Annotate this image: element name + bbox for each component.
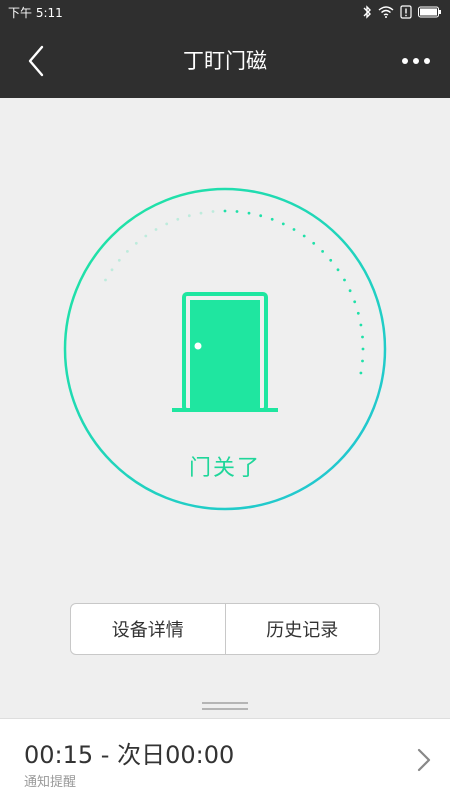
progress-dot [259, 214, 263, 218]
door-icon [172, 292, 278, 412]
progress-dot [336, 268, 340, 272]
notification-schedule-row[interactable]: 00:15 - 次日00:00 通知提醒 [0, 718, 450, 800]
progress-dot [270, 217, 274, 221]
progress-dot [126, 250, 129, 253]
alert-icon [400, 5, 412, 19]
progress-dot [187, 214, 191, 218]
progress-dot [292, 228, 296, 231]
door-state-text: 门关了 [188, 456, 261, 481]
progress-dot [235, 210, 239, 213]
status-bar: 下午 5:11 [0, 0, 450, 24]
progress-dot [110, 268, 114, 272]
status-time: 下午 5:11 [8, 5, 63, 20]
progress-dot [144, 234, 148, 238]
chevron-right-icon [417, 748, 431, 772]
status-icons [362, 5, 442, 19]
progress-dot [117, 258, 121, 262]
progress-dot [361, 359, 364, 363]
bluetooth-icon [363, 5, 371, 19]
progress-dot [348, 289, 352, 293]
page-title: 丁盯门磁 [183, 49, 267, 73]
schedule-time-range: 00:15 - 次日00:00 [24, 741, 235, 769]
progress-dot [353, 300, 357, 304]
action-buttons: 设备详情 历史记录 [70, 603, 380, 655]
more-icon [402, 58, 430, 64]
progress-dot [165, 222, 169, 226]
schedule-label: 通知提醒 [24, 775, 77, 790]
chevron-left-icon [28, 45, 44, 77]
progress-dot [134, 241, 138, 245]
progress-dot [361, 335, 364, 339]
progress-dot [104, 278, 107, 282]
progress-dot [223, 209, 227, 213]
progress-dot [356, 311, 360, 315]
drag-handle[interactable] [202, 702, 248, 712]
more-button[interactable] [400, 48, 432, 74]
wifi-icon [378, 6, 394, 18]
back-button[interactable] [22, 44, 52, 78]
device-details-button[interactable]: 设备详情 [71, 604, 225, 654]
history-button[interactable]: 历史记录 [226, 604, 380, 654]
progress-dot [281, 222, 285, 226]
progress-dot [329, 258, 333, 262]
progress-dot [211, 210, 215, 213]
title-bar: 丁盯门磁 [0, 24, 450, 98]
progress-dot [302, 234, 306, 238]
battery-icon [418, 6, 441, 18]
progress-dot [176, 217, 180, 221]
progress-dot [321, 250, 324, 253]
progress-dot [247, 211, 251, 215]
progress-dot [359, 323, 363, 327]
progress-dot [312, 241, 316, 245]
progress-dot [361, 347, 365, 351]
progress-dot [343, 278, 346, 282]
progress-dot [359, 371, 363, 375]
progress-dot [154, 228, 158, 231]
progress-dot [199, 211, 203, 215]
